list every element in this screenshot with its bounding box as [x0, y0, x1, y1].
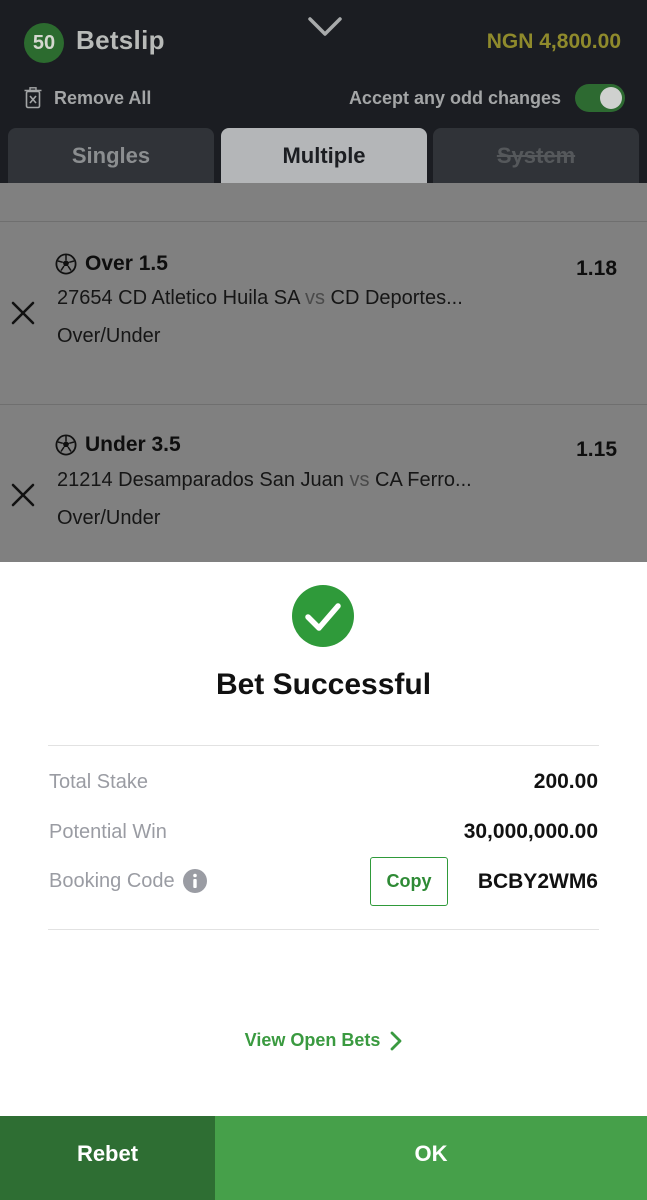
betslip-title: Betslip: [76, 25, 165, 55]
potential-win-label: Potential Win: [49, 821, 167, 844]
booking-code-label: Booking Code: [49, 869, 207, 893]
tab-multiple[interactable]: Multiple: [221, 128, 427, 183]
close-icon[interactable]: [10, 482, 36, 508]
match-name: 27654 CD Atletico Huila SA vs CD Deporte…: [57, 287, 463, 310]
bet-odds: 1.18: [576, 257, 617, 280]
chevron-right-icon: [390, 1031, 402, 1050]
away-team: CD Deportes...: [330, 287, 463, 309]
vs-separator: vs: [304, 287, 325, 309]
accept-odds-label: Accept any odd changes: [348, 87, 561, 108]
divider: [48, 929, 599, 930]
soccer-ball-icon: [55, 434, 77, 456]
bet-selection: Over 1.5 1.18 27654 CD Atletico Huila SA…: [0, 223, 647, 403]
copy-booking-code-button[interactable]: Copy: [370, 857, 448, 906]
accept-odds-toggle[interactable]: [575, 84, 625, 112]
match-name: 21214 Desamparados San Juan vs CA Ferro.…: [57, 469, 472, 492]
trash-icon: [24, 87, 42, 109]
divider: [48, 745, 599, 746]
action-footer: Rebet OK: [0, 1116, 647, 1200]
bet-success-sheet: Bet Successful Total Stake 200.00 Potent…: [0, 562, 647, 1116]
total-stake-label: Total Stake: [49, 771, 148, 794]
pick-label: Under 3.5: [85, 433, 181, 456]
potential-win-label-text: Potential Win: [49, 821, 167, 843]
divider: [0, 404, 647, 405]
accept-odds-setting: Accept any odd changes: [349, 84, 625, 112]
close-icon[interactable]: [10, 300, 36, 326]
account-balance: NGN 4,800.00: [486, 30, 621, 53]
ok-button[interactable]: OK: [215, 1116, 647, 1200]
betslip-header: 50 Betslip NGN 4,800.00 Remove All Accep…: [0, 0, 647, 183]
bet-odds: 1.15: [576, 438, 617, 461]
selection-count-badge: 50: [24, 23, 64, 63]
home-team: 27654 CD Atletico Huila SA: [57, 287, 300, 309]
rebet-button[interactable]: Rebet: [0, 1116, 215, 1200]
vs-separator: vs: [349, 469, 370, 491]
bet-type-tabs: Singles Multiple System: [0, 128, 647, 183]
bet-selection: Under 3.5 1.15 21214 Desamparados San Ju…: [0, 404, 647, 562]
tab-system[interactable]: System: [433, 128, 639, 183]
view-open-bets-label: View Open Bets: [244, 1030, 381, 1050]
market-name: Over/Under: [57, 325, 161, 347]
info-icon[interactable]: [182, 869, 207, 893]
home-team: 21214 Desamparados San Juan: [57, 469, 344, 491]
potential-win-value: 30,000,000.00: [463, 820, 598, 843]
bet-pick: Over 1.5: [55, 252, 168, 276]
view-open-bets-link[interactable]: View Open Bets: [0, 1030, 647, 1051]
remove-all-label: Remove All: [54, 87, 152, 108]
toggle-knob: [600, 87, 622, 109]
success-headline: Bet Successful: [215, 668, 432, 701]
market-name: Over/Under: [57, 507, 161, 529]
remove-all-button[interactable]: Remove All: [24, 86, 151, 110]
total-stake-value: 200.00: [533, 770, 598, 793]
bet-selections-list: Over 1.5 1.18 27654 CD Atletico Huila SA…: [0, 183, 647, 562]
away-team: CA Ferro...: [375, 469, 472, 491]
tab-singles[interactable]: Singles: [8, 128, 214, 183]
bet-pick: Under 3.5: [55, 433, 181, 457]
chevron-down-icon[interactable]: [305, 14, 345, 40]
success-check-icon: [292, 585, 354, 647]
booking-code-value: BCBY2WM6: [477, 870, 598, 893]
soccer-ball-icon: [55, 253, 77, 275]
total-stake-label-text: Total Stake: [49, 771, 148, 793]
booking-code-label-text: Booking Code: [49, 869, 175, 892]
pick-label: Over 1.5: [85, 252, 168, 275]
divider: [0, 221, 647, 222]
